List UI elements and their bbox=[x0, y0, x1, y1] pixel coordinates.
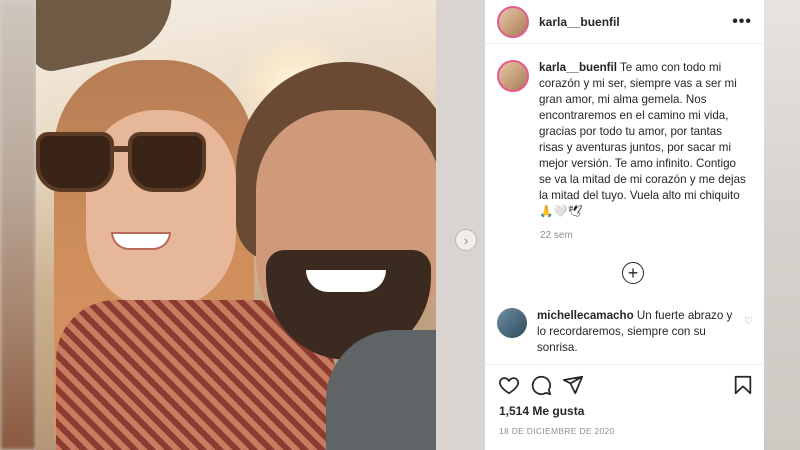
more-options-icon[interactable]: ••• bbox=[732, 13, 752, 31]
divider bbox=[485, 364, 764, 365]
likes-count[interactable]: 1,514 Me gusta bbox=[499, 404, 584, 418]
comment-username[interactable]: michellecamacho bbox=[537, 309, 634, 322]
chevron-right-icon[interactable]: › bbox=[455, 229, 477, 251]
avatar[interactable] bbox=[497, 5, 529, 38]
avatar[interactable] bbox=[497, 308, 527, 338]
post-panel: karla__buenfil ••• karla__buenfil Te amo… bbox=[485, 0, 764, 450]
comment-icon[interactable] bbox=[529, 373, 553, 397]
caption-text: Te amo con todo mi corazón y mi ser, sie… bbox=[539, 61, 746, 218]
comment-row: michellecamacho Un fuerte abrazo y lo re… bbox=[497, 308, 757, 356]
bookmark-icon[interactable] bbox=[731, 373, 755, 397]
heart-icon[interactable] bbox=[497, 373, 521, 397]
heart-icon[interactable]: ♡ bbox=[744, 316, 753, 327]
caption: karla__buenfil Te amo con todo mi corazó… bbox=[485, 44, 764, 220]
caption-username[interactable]: karla__buenfil bbox=[539, 61, 617, 74]
plus-circle-icon[interactable]: + bbox=[622, 262, 644, 284]
action-bar bbox=[497, 373, 755, 399]
caption-time: 22 sem bbox=[540, 230, 573, 241]
sunglasses bbox=[36, 132, 216, 192]
post-header: karla__buenfil ••• bbox=[485, 0, 764, 44]
post-username[interactable]: karla__buenfil bbox=[539, 15, 620, 29]
send-icon[interactable] bbox=[561, 373, 585, 397]
post-photo[interactable] bbox=[36, 0, 436, 450]
blurred-background-left bbox=[0, 0, 36, 450]
post-date: 18 DE DICIEMBRE DE 2020 bbox=[499, 426, 615, 436]
avatar[interactable] bbox=[497, 60, 529, 92]
blurred-background-right bbox=[764, 0, 800, 450]
